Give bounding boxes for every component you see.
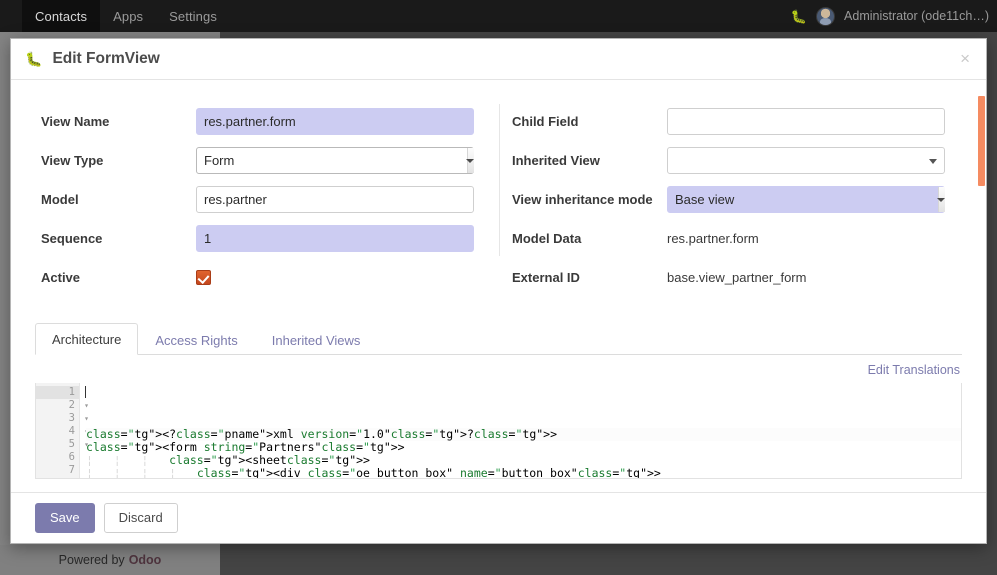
dialog-scrollbar-thumb[interactable] [978, 96, 985, 186]
inherited-view-input[interactable] [667, 147, 945, 174]
menu-item-contacts[interactable]: Contacts [22, 0, 101, 32]
view-type-select[interactable]: Form [196, 147, 474, 174]
bug-icon[interactable]: 🐛 [791, 10, 807, 23]
close-icon[interactable]: × [960, 50, 970, 67]
screen: Powered by Odoo Contacts Apps Settings 🐛… [0, 0, 997, 575]
label-external-id: External ID [512, 270, 580, 285]
field-row-view-name: View Name [41, 108, 496, 135]
model-input[interactable] [196, 186, 474, 213]
brand-spacer [0, 0, 22, 32]
dialog-scrollbar[interactable] [977, 80, 986, 493]
field-row-sequence: Sequence [41, 225, 496, 252]
label-inherited-view: Inherited View [512, 153, 600, 168]
edit-translations-link[interactable]: Edit Translations [35, 355, 962, 383]
avatar[interactable] [816, 6, 836, 26]
editor-code-line: ¦ ¦ ¦ ¦ class="tg"><div class="oe_button… [86, 466, 661, 479]
menu-item-apps[interactable]: Apps [100, 0, 156, 32]
field-row-child-field: Child Field [512, 108, 951, 135]
editor-gutter: 12▾3▾4▾5▾678 [36, 383, 89, 478]
field-row-active: Active [41, 264, 496, 291]
text-cursor [85, 386, 86, 398]
editor-line-number: 2 ▾ [68, 399, 89, 411]
editor-line-number: 3 ▾ [68, 412, 89, 424]
user-menu-label[interactable]: Administrator (ode11ch…) [844, 9, 989, 23]
form-column-right: Child Field Inherited View View inherita… [496, 108, 951, 303]
xml-code-editor[interactable]: 12▾3▾4▾5▾678 class="tg"><?class="pname">… [35, 383, 962, 479]
field-row-inherited-view: Inherited View [512, 147, 951, 174]
tab-bar: Architecture Access Rights Inherited Vie… [35, 321, 962, 355]
discard-button[interactable]: Discard [103, 503, 178, 533]
field-row-external-id: External ID base.view_partner_form [512, 264, 951, 291]
dialog-footer: Save Discard [11, 492, 986, 543]
page-title: Edit FormView [52, 50, 160, 67]
field-row-inheritance-mode: View inheritance mode Base view [512, 186, 951, 213]
view-inheritance-mode-select[interactable]: Base view [667, 186, 945, 213]
field-row-view-type: View Type Form [41, 147, 496, 174]
editor-line-number: 4▾ [36, 425, 89, 438]
label-view-type: View Type [41, 153, 104, 168]
editor-code-area[interactable]: class="tg"><?class="pname">xml version="… [80, 383, 961, 478]
view-name-input[interactable] [196, 108, 474, 135]
edit-formview-dialog: 🐛 Edit FormView × View Name res.partner.… [10, 38, 987, 544]
chevron-down-icon[interactable] [929, 159, 937, 164]
sequence-input[interactable] [196, 225, 474, 252]
label-model-data: Model Data [512, 231, 582, 246]
editor-line-number: 5 ▾ [68, 438, 89, 450]
tabs-section: Architecture Access Rights Inherited Vie… [35, 321, 962, 383]
label-view-name: View Name [41, 114, 110, 129]
dialog-body: View Name View Type Form [11, 80, 986, 493]
save-button[interactable]: Save [35, 503, 95, 533]
active-checkbox[interactable] [196, 270, 211, 285]
label-child-field: Child Field [512, 114, 579, 129]
tab-inherited-views[interactable]: Inherited Views [255, 324, 378, 355]
label-model: Model [41, 192, 79, 207]
menu-item-settings[interactable]: Settings [156, 0, 230, 32]
editor-line-number: 7 [68, 464, 75, 476]
editor-line-number: 1 [36, 386, 79, 399]
field-row-model-data: Model Data res.partner.form [512, 225, 951, 252]
label-view-inheritance-mode: View inheritance mode [512, 192, 653, 207]
field-row-model: Model [41, 186, 496, 213]
dialog-header: 🐛 Edit FormView × [11, 39, 986, 80]
model-data-value: res.partner.form [667, 231, 759, 246]
column-divider [499, 104, 500, 256]
child-field-input[interactable] [667, 108, 945, 135]
label-sequence: Sequence [41, 231, 103, 246]
topbar-right-group: 🐛 Administrator (ode11ch…) [791, 0, 997, 32]
external-id-value: base.view_partner_form [667, 270, 807, 285]
tab-access-rights[interactable]: Access Rights [138, 324, 254, 355]
editor-line-number: 8 [36, 477, 79, 478]
label-active: Active [41, 270, 81, 285]
form-column-left: View Name View Type Form [41, 108, 496, 303]
top-navigation-bar: Contacts Apps Settings 🐛 Administrator (… [0, 0, 997, 32]
tab-architecture[interactable]: Architecture [35, 323, 139, 355]
editor-line-number: 6 [68, 451, 75, 463]
bug-icon: 🐛 [25, 51, 43, 67]
